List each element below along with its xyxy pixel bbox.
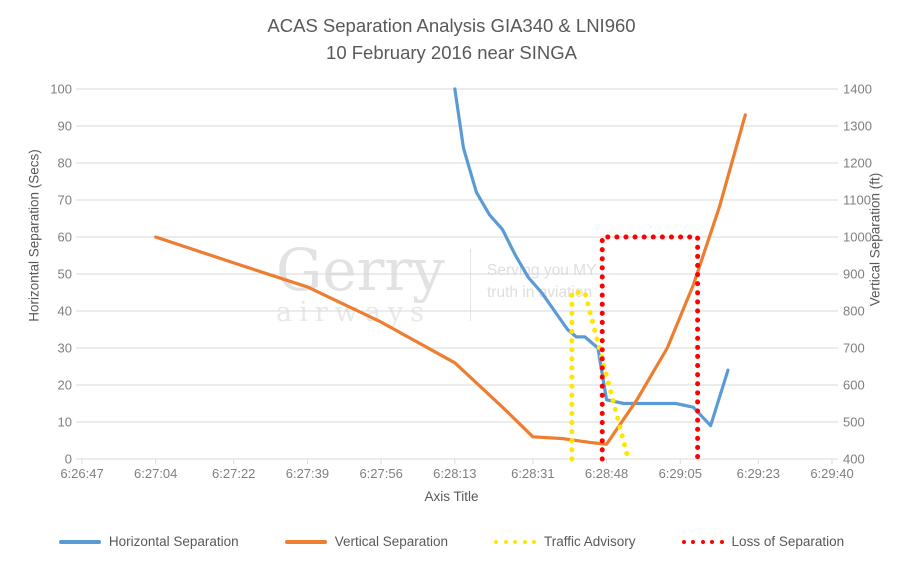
legend-dot [681, 539, 686, 544]
legend-dot [494, 539, 499, 544]
legend-dot [691, 539, 696, 544]
y-axis-right-tick-label: 1400 [843, 81, 872, 97]
legend-swatch-dotted [681, 539, 724, 544]
y-axis-left-tick-label: 80 [57, 155, 72, 171]
legend-item[interactable]: Loss of Separation [681, 534, 845, 549]
legend-item[interactable]: Vertical Separation [284, 534, 449, 549]
legend-item[interactable]: Horizontal Separation [58, 534, 239, 549]
y-axis-right-tick-label: 400 [843, 451, 865, 467]
legend-label: Vertical Separation [334, 534, 449, 549]
legend-dot [513, 539, 518, 544]
y-axis-left-title: Horizontal Separation (Secs) [26, 149, 42, 322]
legend-label: Loss of Separation [731, 534, 845, 549]
gridlines [76, 88, 838, 464]
series-line-horizontal-separation [453, 87, 730, 428]
legend-dot [719, 539, 724, 544]
y-axis-left-tick-label: 100 [50, 81, 72, 97]
plot-area [76, 87, 838, 464]
y-axis-left-tick-label: 70 [57, 192, 72, 208]
y-axis-left-tick-label: 90 [57, 118, 72, 134]
legend-dot [532, 539, 537, 544]
series-line-vertical-separation [154, 113, 747, 446]
y-axis-left-tick-label: 10 [57, 414, 72, 430]
x-axis-tick-label: 6:29:05 [658, 466, 702, 481]
series-line-traffic-advisory [569, 290, 631, 462]
chart-legend: Horizontal Separation Vertical Separation… [0, 534, 903, 549]
legend-label: Traffic Advisory [544, 534, 636, 549]
y-axis-left-tick-label: 0 [64, 451, 72, 467]
y-axis-left-tick-label: 30 [57, 340, 72, 356]
y-axis-left-tick-label: 60 [57, 229, 72, 245]
legend-dot [710, 539, 715, 544]
y-axis-right-tick-label: 600 [843, 377, 865, 393]
x-axis-title: Axis Title [424, 489, 479, 504]
legend-swatch-dotted [494, 539, 537, 544]
legend-item[interactable]: Traffic Advisory [494, 534, 636, 549]
x-axis-tick-label: 6:28:13 [433, 466, 477, 481]
legend-dot [503, 539, 508, 544]
legend-swatch-solid [58, 539, 101, 544]
legend-dot [522, 539, 527, 544]
legend-label: Horizontal Separation [108, 534, 239, 549]
chart-container: ACAS Separation Analysis GIA340 & LNI960… [0, 0, 903, 572]
x-axis-tick-label: 6:27:04 [134, 466, 178, 481]
y-axis-right-tick-label: 500 [843, 414, 865, 430]
y-axis-left-tick-label: 20 [57, 377, 72, 393]
legend-dot [700, 539, 705, 544]
legend-swatch-solid [284, 539, 327, 544]
x-axis-tick-label: 6:29:40 [810, 466, 854, 481]
y-axis-left-tick-label: 40 [57, 303, 72, 319]
y-axis-right-title: Vertical Separation (ft) [867, 172, 883, 307]
y-axis-left-tick-label: 50 [57, 266, 72, 282]
